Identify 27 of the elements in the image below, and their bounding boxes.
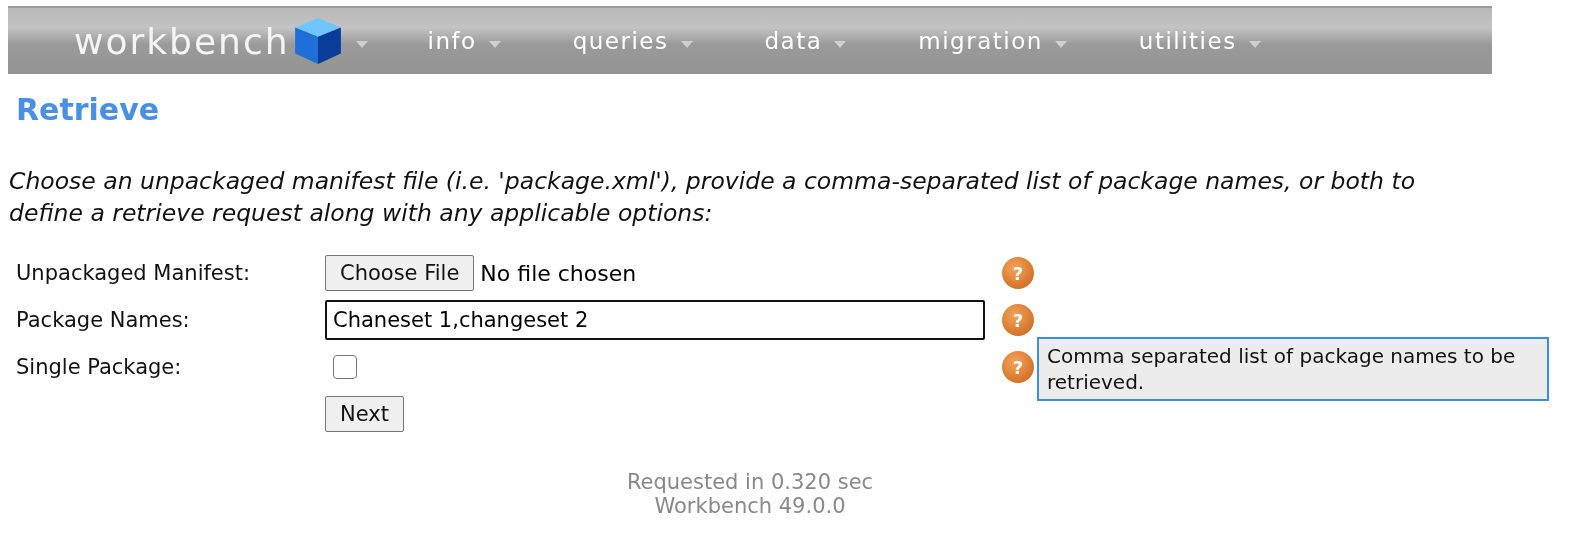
help-icon[interactable]: ? xyxy=(1002,351,1034,383)
choose-file-button[interactable]: Choose File xyxy=(325,255,475,291)
footer-text: Workbench 49.0.0 xyxy=(654,494,846,518)
tooltip: Comma separated list of package names to be retrieved. xyxy=(1037,337,1549,401)
nav-menu-item[interactable]: queries xyxy=(572,28,693,54)
caret-icon xyxy=(1054,40,1067,48)
package-names-field[interactable]: Chaneset 1,changeset 2 xyxy=(325,300,985,340)
field-label: Single Package: xyxy=(16,355,183,379)
next-button[interactable]: Next xyxy=(325,396,404,432)
field-label: Unpackaged Manifest: xyxy=(16,261,252,285)
help-icon[interactable]: ? xyxy=(1002,257,1034,289)
caret-icon xyxy=(680,40,693,48)
nav-menu-item[interactable]: info xyxy=(427,28,501,54)
footer-text: Requested in 0.320 sec xyxy=(626,470,874,494)
nav-menu-item[interactable]: utilities xyxy=(1138,28,1261,54)
nav-menu-item[interactable]: data xyxy=(764,28,847,54)
logo-text[interactable]: workbench xyxy=(74,20,290,62)
nav-menu-item[interactable]: migration xyxy=(918,28,1067,54)
file-status: No file chosen xyxy=(480,260,637,286)
page-title: Retrieve xyxy=(16,92,161,127)
field-label: Package Names: xyxy=(16,308,191,332)
description: Choose an unpackaged manifest file (i.e. 'package.xml'), provide a comma-separated list of package names, or both to define a retrieve request along with any applicable options: xyxy=(9,166,1417,229)
caret-icon xyxy=(488,40,501,48)
caret-icon xyxy=(1248,40,1261,48)
caret-icon xyxy=(834,40,847,48)
checkbox[interactable] xyxy=(333,355,357,379)
help-icon[interactable]: ? xyxy=(1002,304,1034,336)
